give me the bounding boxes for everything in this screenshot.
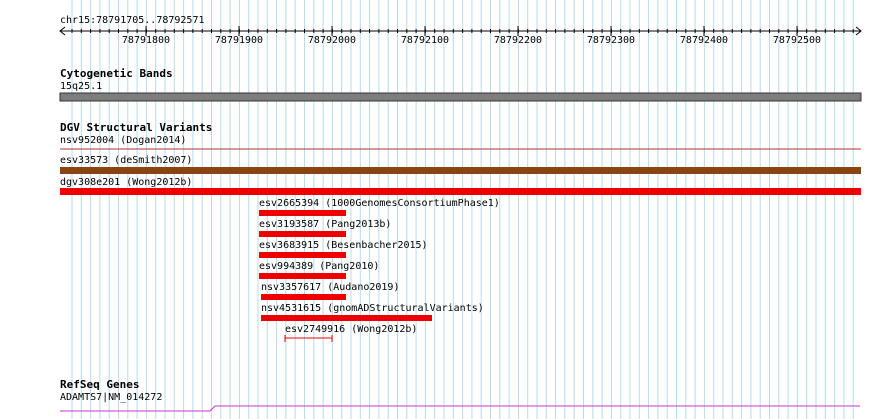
ruler-tick-label: 78791900 <box>214 35 264 46</box>
dgv-feature-label: esv2665394 (1000GenomesConsortiumPhase1) <box>259 198 500 209</box>
dgv-feature-bar-esv2749916[interactable] <box>284 335 333 342</box>
ruler-tick-label: 78792000 <box>307 35 357 46</box>
grid-lines <box>71 0 854 419</box>
ruler-tick-label: 78792200 <box>493 35 543 46</box>
dgv-feature-bar-dgv308e201[interactable] <box>60 188 861 195</box>
dgv-feature-bar-nsv3357617[interactable] <box>261 294 346 300</box>
dgv-feature-label: esv3193587 (Pang2013b) <box>259 219 392 230</box>
dgv-feature-label: esv3683915 (Besenbacher2015) <box>259 240 428 251</box>
dgv-feature-bar-esv33573[interactable] <box>60 167 861 174</box>
ruler-tick-label: 78792100 <box>400 35 450 46</box>
ruler-tick-label: 78791800 <box>121 35 171 46</box>
dgv-feature-label: dgv308e201 (Wong2012b) <box>60 177 193 188</box>
ruler-tick-label: 78792300 <box>586 35 636 46</box>
dgv-feature-label: nsv3357617 (Audano2019) <box>261 282 400 293</box>
ruler-tick-label: 78792500 <box>772 35 822 46</box>
dgv-feature-label: nsv4531615 (gnomADStructuralVariants) <box>261 303 484 314</box>
refseq-gene-ADAMTS7[interactable] <box>60 405 860 412</box>
dgv-feature-bar-nsv4531615[interactable] <box>261 315 432 321</box>
dgv-feature-label: nsv952004 (Dogan2014) <box>60 135 187 146</box>
cytoband-bar[interactable] <box>59 92 862 102</box>
dgv-feature-bar-esv3683915[interactable] <box>259 252 346 258</box>
track-title-dgv[interactable]: DGV Structural Variants <box>60 122 212 134</box>
dgv-feature-label: esv2749916 (Wong2012b) <box>285 324 418 335</box>
dgv-feature-label: esv994389 (Pang2010) <box>259 261 380 272</box>
ruler-tick-label: 78792400 <box>679 35 729 46</box>
cytoband-label: 15q25.1 <box>60 81 103 92</box>
dgv-feature-label: esv33573 (deSmith2007) <box>60 155 193 166</box>
track-title-cytoband[interactable]: Cytogenetic Bands <box>60 68 173 80</box>
genome-browser-graphics <box>59 0 862 419</box>
dgv-feature-bar-esv994389[interactable] <box>259 273 346 279</box>
dgv-feature-bar-esv2665394[interactable] <box>259 210 346 216</box>
refseq-gene-label: ADAMTS7|NM_014272 <box>60 392 163 403</box>
ruler-region-label: chr15:78791705..78792571 <box>60 15 205 26</box>
track-title-refseq[interactable]: RefSeq Genes <box>60 379 139 391</box>
dgv-feature-bar-esv3193587[interactable] <box>259 231 346 237</box>
